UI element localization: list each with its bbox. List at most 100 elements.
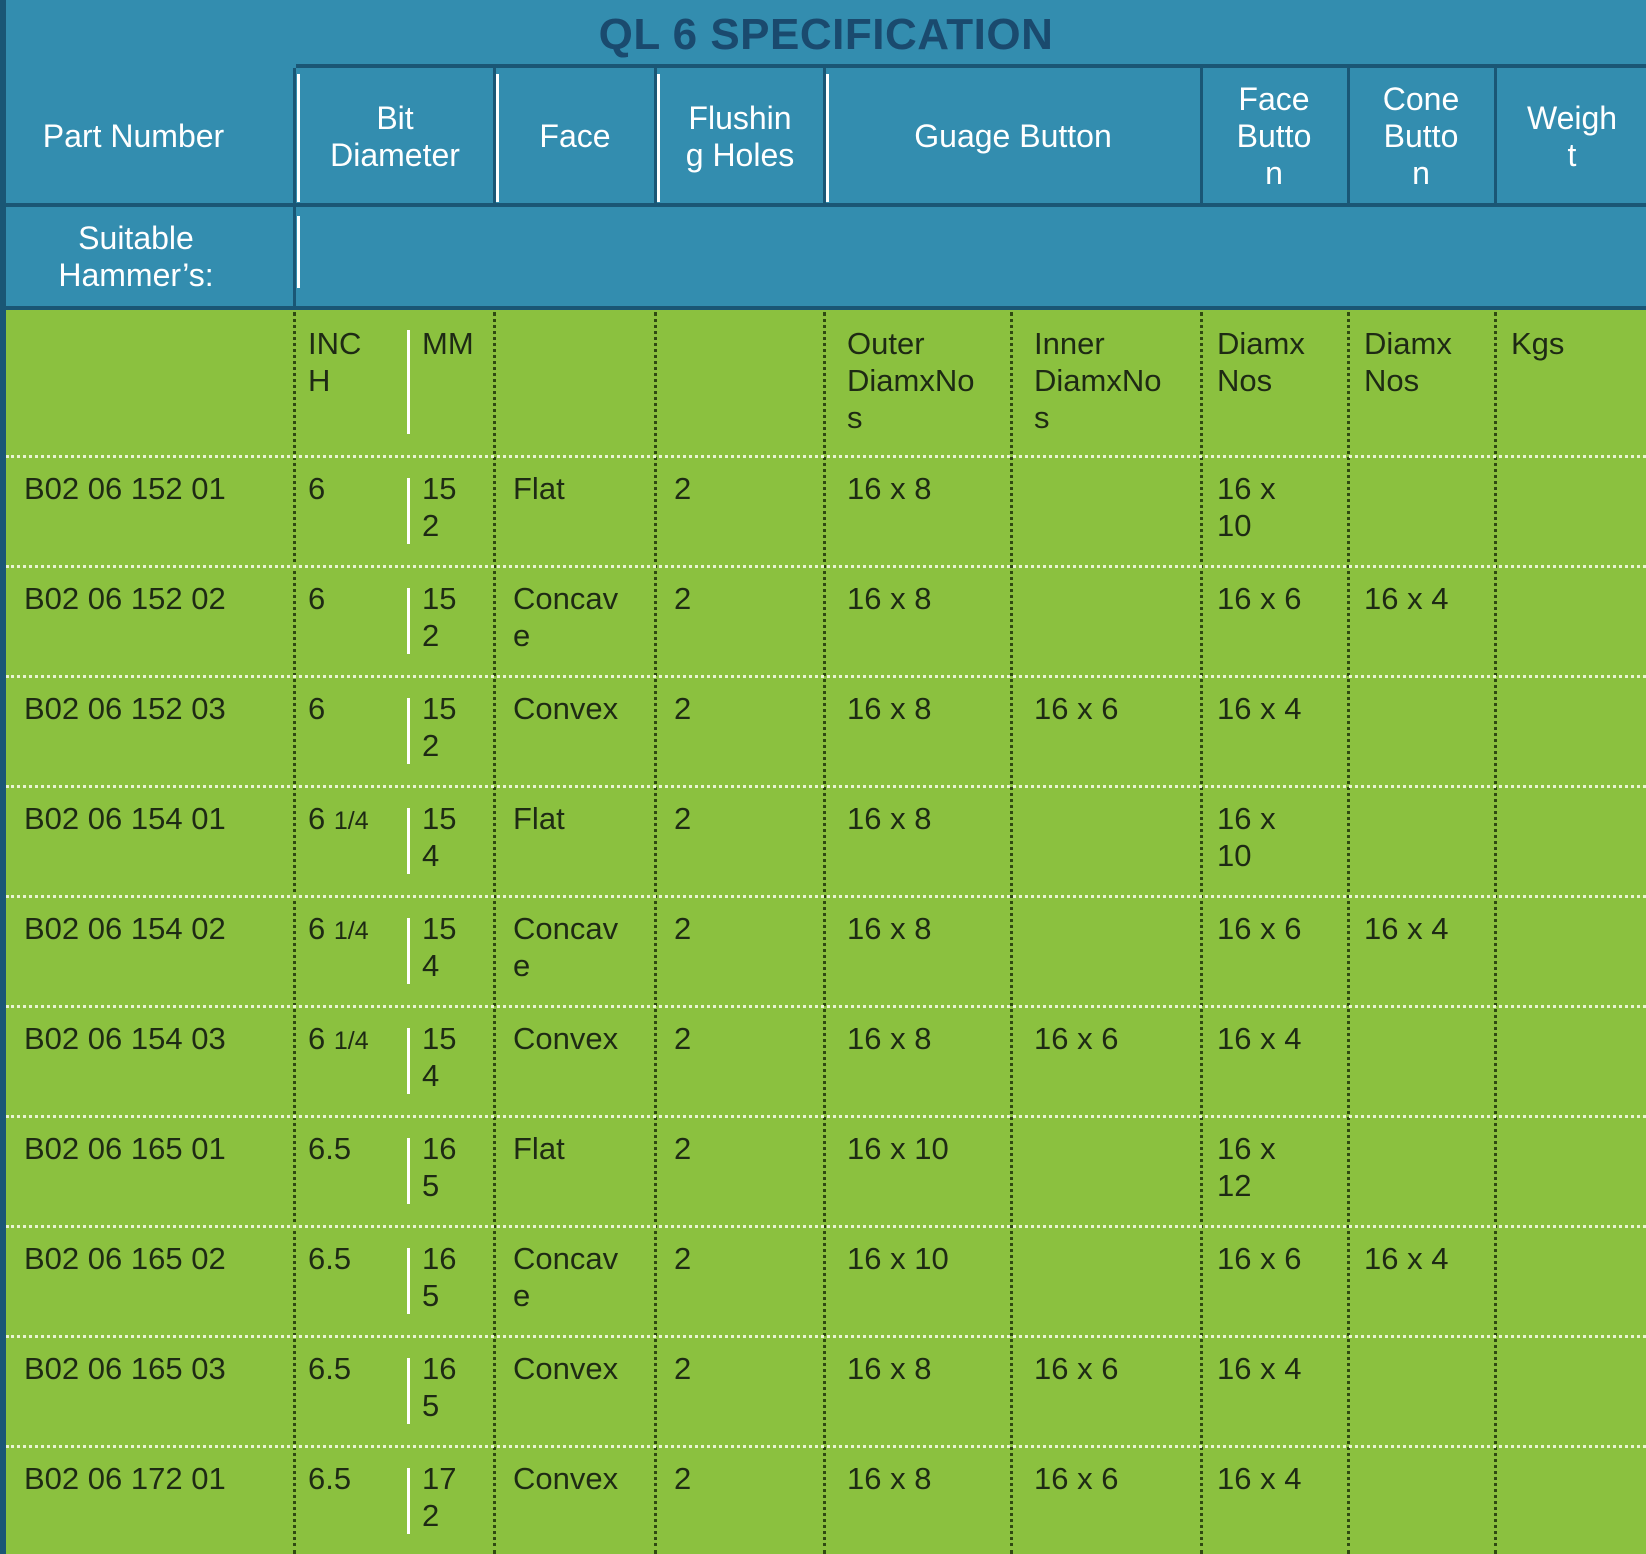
inch-value: 6.5 xyxy=(308,1461,352,1496)
cell-outer-guage: 16 x 8 xyxy=(847,911,932,946)
cell-face: Convex xyxy=(513,1351,619,1386)
cell-inch: 6 xyxy=(308,690,325,730)
cell-inch: 6.5 xyxy=(308,1460,351,1500)
cell-inch: 6 xyxy=(308,470,325,510)
subheader-kgs: Kgs xyxy=(1511,326,1565,361)
cell-part-number: B02 06 152 02 xyxy=(24,581,226,616)
cell-outer-guage: 16 x 8 xyxy=(847,471,932,506)
table-title: QL 6 SPECIFICATION xyxy=(598,10,1054,59)
cell-inch: 6.5 xyxy=(308,1240,351,1280)
cell-cone-button: 16 x 4 xyxy=(1364,911,1449,946)
cell-part-number: B02 06 165 02 xyxy=(24,1241,226,1276)
inch-fraction: 1/4 xyxy=(333,917,369,945)
cell-face: Concav e xyxy=(513,1241,619,1313)
cell-outer-guage: 16 x 10 xyxy=(847,1241,949,1276)
table-row: B02 06 165 03 6.5 16 5 Convex 2 16 x 8 1… xyxy=(6,1350,1646,1460)
cell-inch: 6 1/4 xyxy=(308,910,369,950)
inch-value: 6 xyxy=(308,691,326,726)
title-rule xyxy=(296,64,1646,68)
inch-value: 6.5 xyxy=(308,1351,352,1386)
cell-inch: 6.5 xyxy=(308,1130,351,1170)
cell-face-button: 16 x 6 xyxy=(1217,1241,1302,1276)
cell-flushing-holes: 2 xyxy=(674,581,692,616)
subheader-inner: Inner DiamxNo s xyxy=(1034,326,1162,435)
cell-face-button: 16 x 6 xyxy=(1217,581,1302,616)
cell-inch: 6.5 xyxy=(308,1350,351,1390)
inch-fraction: 1/4 xyxy=(333,807,369,835)
cell-inner-guage: 16 x 6 xyxy=(1034,1461,1119,1496)
suitable-hammers-label: Suitable Hammer’s: xyxy=(58,220,214,293)
col-header-face-button: Face Butto n xyxy=(1236,81,1312,191)
spec-sheet: QL 6 SPECIFICATION Part Number Bit Diame… xyxy=(0,0,1646,1554)
table-row: B02 06 165 02 6.5 16 5 Concav e 2 16 x 1… xyxy=(6,1240,1646,1350)
cell-mm: 15 4 xyxy=(422,801,457,873)
cell-face: Convex xyxy=(513,1021,619,1056)
row-divider xyxy=(6,455,1646,458)
inch-mm-divider xyxy=(407,330,410,434)
cell-cone-button: 16 x 4 xyxy=(1364,581,1449,616)
cell-face-button: 16 x 10 xyxy=(1217,801,1276,873)
cell-mm: 15 4 xyxy=(422,1021,457,1093)
subheader-face-diam: Diamx Nos xyxy=(1217,326,1305,398)
cell-part-number: B02 06 154 02 xyxy=(24,911,226,946)
subheader-cone-diam: Diamx Nos xyxy=(1364,326,1452,398)
cell-face-button: 16 x 4 xyxy=(1217,691,1302,726)
cell-face-button: 16 x 4 xyxy=(1217,1021,1302,1056)
cell-face: Convex xyxy=(513,1461,619,1496)
cell-inner-guage: 16 x 6 xyxy=(1034,1021,1119,1056)
cell-face: Concav e xyxy=(513,581,619,653)
cell-part-number: B02 06 165 01 xyxy=(24,1131,226,1166)
cell-face: Concav e xyxy=(513,911,619,983)
header-divider xyxy=(493,68,496,204)
cell-face: Flat xyxy=(513,1131,565,1166)
cell-mm: 15 2 xyxy=(422,581,457,653)
table-row: B02 06 172 01 6.5 17 2 Convex 2 16 x 8 1… xyxy=(6,1460,1646,1554)
inch-value: 6 xyxy=(308,801,334,836)
cell-part-number: B02 06 154 03 xyxy=(24,1021,226,1056)
inch-value: 6 xyxy=(308,1021,334,1056)
col-header-cone-button: Cone Butto n xyxy=(1382,81,1460,191)
cell-mm: 16 5 xyxy=(422,1351,457,1423)
cell-flushing-holes: 2 xyxy=(674,691,692,726)
header-divider xyxy=(297,216,300,288)
table-header: QL 6 SPECIFICATION Part Number Bit Diame… xyxy=(6,0,1646,310)
cell-face-button: 16 x 4 xyxy=(1217,1461,1302,1496)
cell-face: Flat xyxy=(513,471,565,506)
cell-part-number: B02 06 152 03 xyxy=(24,691,226,726)
cell-mm: 16 5 xyxy=(422,1131,457,1203)
cell-flushing-holes: 2 xyxy=(674,911,692,946)
header-divider xyxy=(823,68,826,204)
cell-flushing-holes: 2 xyxy=(674,1461,692,1496)
table-row: B02 06 152 02 6 15 2 Concav e 2 16 x 8 1… xyxy=(6,580,1646,690)
inch-value: 6.5 xyxy=(308,1241,352,1276)
col-header-part-number: Part Number xyxy=(42,118,225,154)
cell-flushing-holes: 2 xyxy=(674,471,692,506)
table-row: B02 06 154 03 6 1/4 15 4 Convex 2 16 x 8… xyxy=(6,1020,1646,1130)
col-header-flushing-holes: Flushin g Holes xyxy=(685,99,795,173)
cell-outer-guage: 16 x 8 xyxy=(847,1351,932,1386)
table-row: B02 06 154 01 6 1/4 15 4 Flat 2 16 x 8 1… xyxy=(6,800,1646,910)
header-bottom-rule xyxy=(6,306,1646,310)
table-row: B02 06 165 01 6.5 16 5 Flat 2 16 x 10 16… xyxy=(6,1130,1646,1240)
inch-value: 6 xyxy=(308,581,326,616)
header-rule xyxy=(6,203,1646,207)
cell-flushing-holes: 2 xyxy=(674,1241,692,1276)
inch-fraction: 1/4 xyxy=(333,1027,369,1055)
table-row: B02 06 154 02 6 1/4 15 4 Concav e 2 16 x… xyxy=(6,910,1646,1020)
cell-flushing-holes: 2 xyxy=(674,1351,692,1386)
inch-value: 6 xyxy=(308,471,326,506)
col-header-bit-diameter: Bit Diameter xyxy=(330,99,460,173)
cell-flushing-holes: 2 xyxy=(674,1021,692,1056)
cell-part-number: B02 06 165 03 xyxy=(24,1351,226,1386)
cell-face-button: 16 x 10 xyxy=(1217,471,1276,543)
cell-outer-guage: 16 x 8 xyxy=(847,691,932,726)
cell-inner-guage: 16 x 6 xyxy=(1034,1351,1119,1386)
col-header-guage-button: Guage Button xyxy=(914,118,1112,154)
header-divider xyxy=(293,68,296,310)
cell-face: Convex xyxy=(513,691,619,726)
subheader-mm: MM xyxy=(422,326,474,361)
table-row: B02 06 152 01 6 15 2 Flat 2 16 x 8 16 x … xyxy=(6,470,1646,580)
cell-mm: 15 4 xyxy=(422,911,457,983)
cell-face: Flat xyxy=(513,801,565,836)
cell-mm: 15 2 xyxy=(422,471,457,543)
